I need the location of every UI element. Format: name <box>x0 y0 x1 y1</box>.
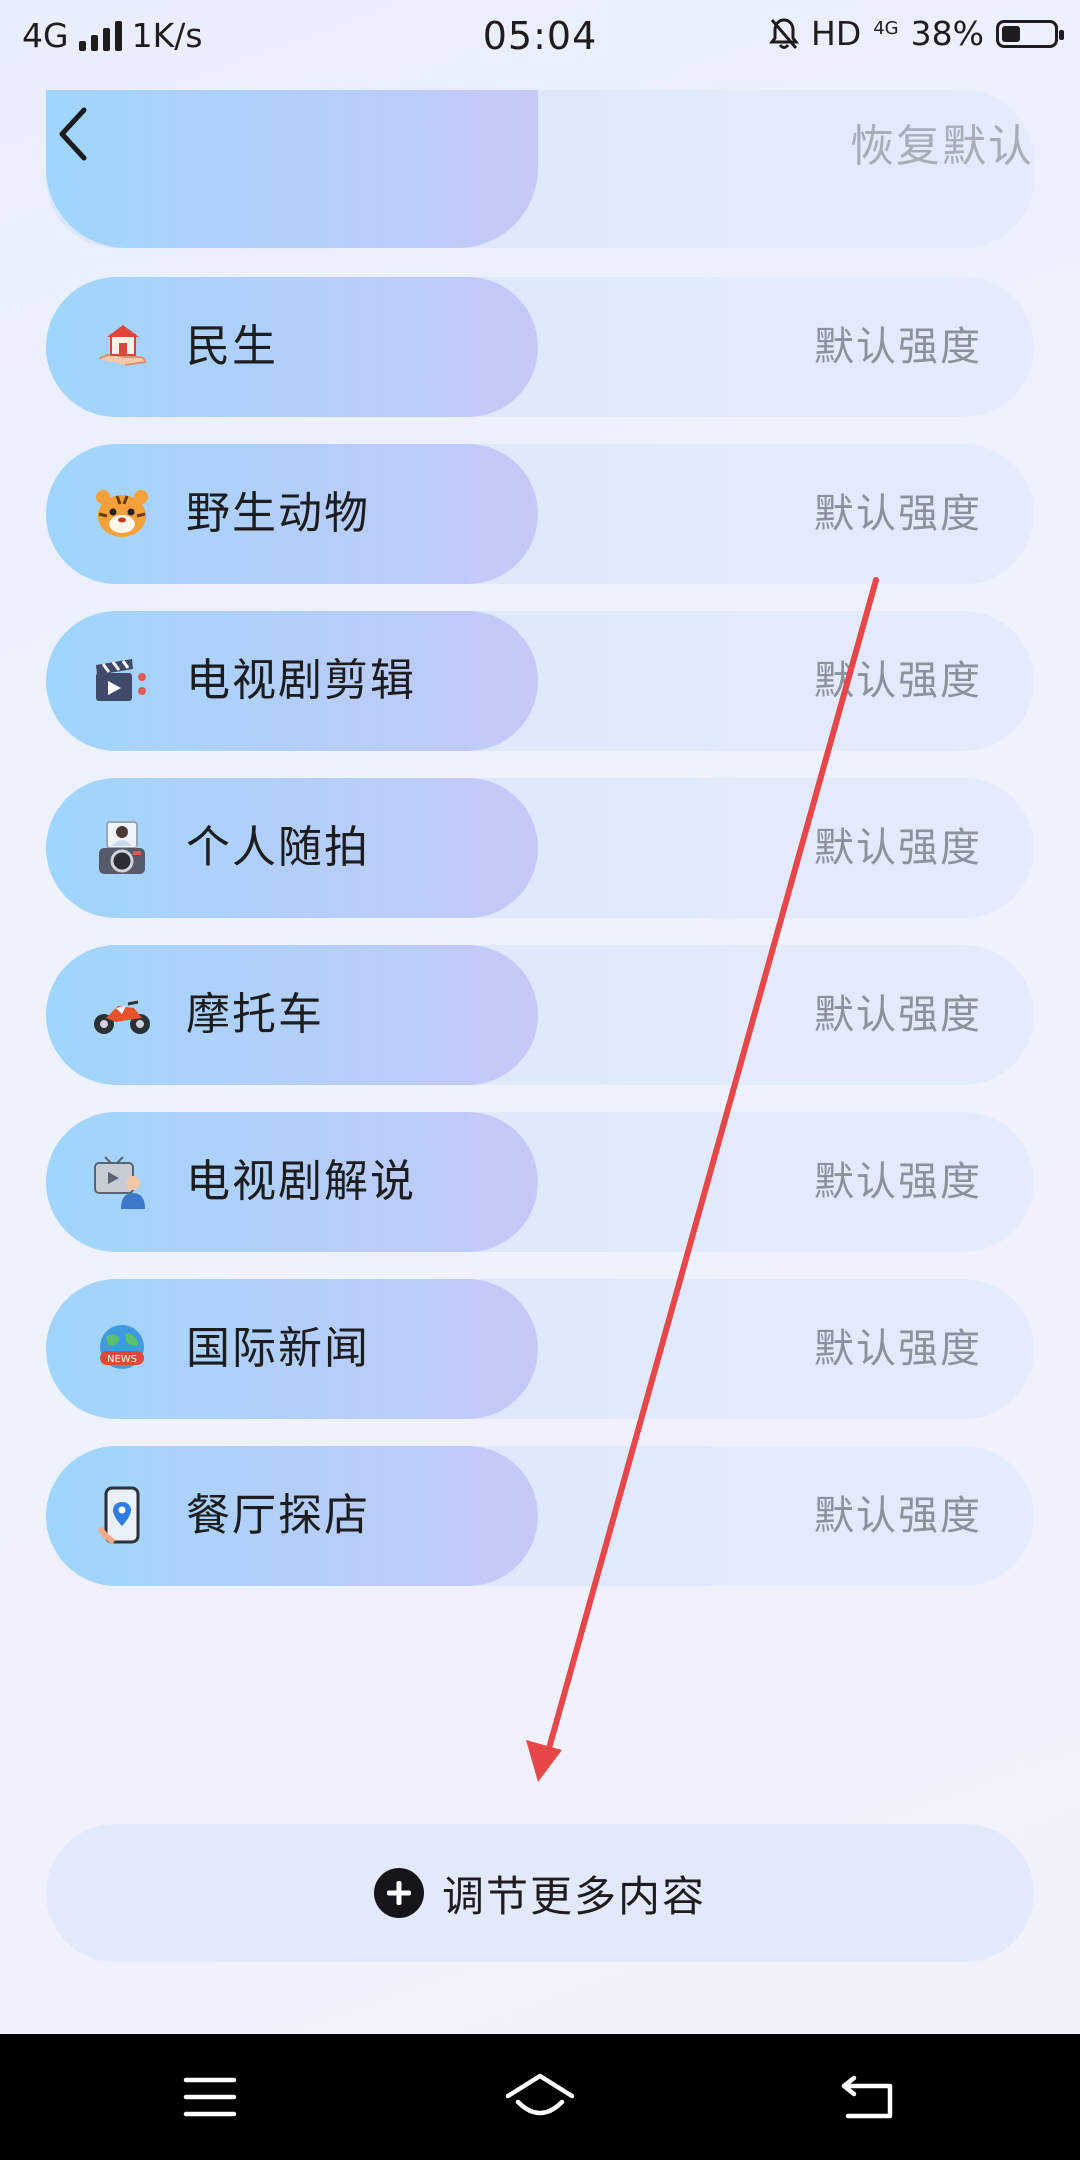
category-label: 民生 <box>186 321 278 372</box>
category-label: 电视剧解说 <box>186 1156 416 1207</box>
intensity-value[interactable]: 默认强度 <box>814 1446 982 1586</box>
svg-text:NEWS: NEWS <box>107 1354 137 1365</box>
menu-icon <box>183 2077 237 2117</box>
list-item[interactable]: 电视剧剪辑 默认强度 <box>46 611 1034 751</box>
category-label: 个人随拍 <box>186 822 370 873</box>
list-item[interactable]: NEWS 国际新闻 默认强度 <box>46 1279 1034 1419</box>
intensity-value[interactable]: 默认强度 <box>814 277 982 417</box>
intensity-value[interactable]: 默认强度 <box>814 1279 982 1419</box>
adjust-more-label: 调节更多内容 <box>441 1871 706 1921</box>
list-item[interactable]: 摩托车 默认强度 <box>46 945 1034 1085</box>
home-icon <box>505 2073 575 2116</box>
list-item[interactable]: 野生动物 默认强度 <box>46 444 1034 584</box>
return-icon <box>841 2075 893 2119</box>
hd-label: HD <box>811 14 862 53</box>
tv-commentator-icon <box>92 1152 152 1212</box>
list-item[interactable]: 餐厅探店 默认强度 <box>46 1446 1034 1586</box>
motorcycle-icon <box>92 985 152 1045</box>
battery-icon <box>996 19 1064 48</box>
list-item[interactable]: 电视剧解说 默认强度 <box>46 1112 1034 1252</box>
category-label: 电视剧剪辑 <box>186 655 416 706</box>
intensity-value[interactable]: 默认强度 <box>814 444 982 584</box>
top-bar: 恢复默认 <box>0 80 1080 190</box>
battery-percent: 38% <box>910 14 984 53</box>
plus-circle-icon <box>373 1868 424 1918</box>
clapperboard-icon <box>92 651 152 711</box>
back-button[interactable] <box>40 102 104 166</box>
tiger-icon <box>92 484 152 544</box>
menu-button[interactable] <box>170 2064 250 2130</box>
content-preference-screen: 4G 1K/s 05:04 HD 4G 38% 民生 默认强度 野生动物 默认强… <box>0 0 1080 2160</box>
bell-muted-icon <box>769 17 799 49</box>
camera-photo-icon <box>92 818 152 878</box>
system-nav-bar <box>0 2034 1080 2160</box>
reset-default-button[interactable]: 恢复默认 <box>850 110 1034 174</box>
intensity-value[interactable]: 默认强度 <box>814 945 982 1085</box>
intensity-value[interactable]: 默认强度 <box>814 1112 982 1252</box>
category-label: 餐厅探店 <box>186 1490 370 1541</box>
net-type-small: 4G <box>873 17 899 39</box>
house-in-hand-icon <box>92 317 152 377</box>
category-label: 国际新闻 <box>186 1323 370 1374</box>
phone-location-icon <box>92 1486 152 1546</box>
chevron-left-icon <box>59 107 87 161</box>
adjust-more-button[interactable]: 调节更多内容 <box>46 1824 1034 1962</box>
category-label: 野生动物 <box>186 488 370 539</box>
list-item[interactable]: 个人随拍 默认强度 <box>46 778 1034 918</box>
status-bar: 4G 1K/s 05:04 HD 4G 38% <box>0 0 1080 74</box>
category-label: 摩托车 <box>186 989 324 1040</box>
list-item[interactable]: 民生 默认强度 <box>46 277 1034 417</box>
status-right: HD 4G 38% <box>769 14 1064 53</box>
home-button[interactable] <box>500 2064 580 2130</box>
back-nav-button[interactable] <box>828 2064 908 2130</box>
intensity-value[interactable]: 默认强度 <box>814 778 982 918</box>
intensity-value[interactable]: 默认强度 <box>814 611 982 751</box>
globe-news-icon: NEWS <box>92 1319 152 1379</box>
